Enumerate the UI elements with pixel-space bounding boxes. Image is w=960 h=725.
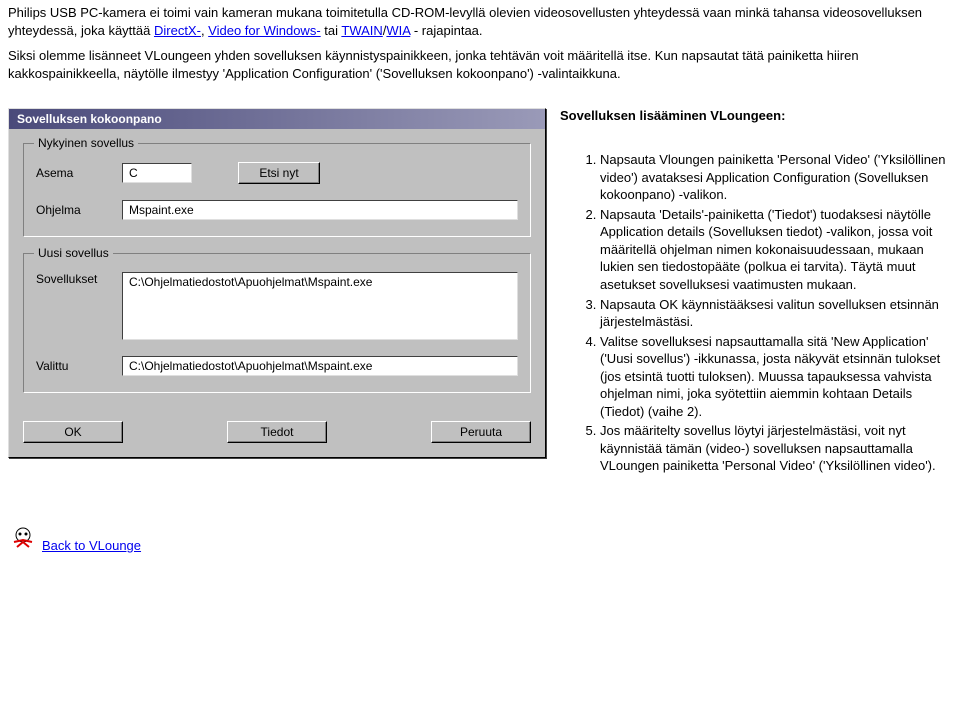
dialog-title: Sovelluksen kokoonpano [17,112,162,126]
intro-paragraph-2: Siksi olemme lisänneet VLoungeen yhden s… [8,47,952,82]
new-app-group: Uusi sovellus Sovellukset C:\Ohjelmatied… [23,253,531,393]
program-input[interactable] [122,200,518,220]
selected-input[interactable] [122,356,518,376]
find-now-button[interactable]: Etsi nyt [238,162,320,184]
applications-label: Sovellukset [36,272,122,286]
twain-link[interactable]: TWAIN [341,23,382,38]
applications-listbox[interactable]: C:\Ohjelmatiedostot\Apuohjelmat\Mspaint.… [122,272,518,340]
list-item: Napsauta 'Details'-painiketta ('Tiedot')… [600,206,946,294]
back-cartoon-icon [8,523,38,553]
drive-label: Asema [36,166,122,180]
back-to-vlounge-link[interactable]: Back to VLounge [42,538,141,553]
directx-link[interactable]: DirectX- [154,23,201,38]
vfw-link[interactable]: Video for Windows- [208,23,320,38]
instructions-heading: Sovelluksen lisääminen VLoungeen: [560,108,946,123]
wia-link[interactable]: WIA [386,23,410,38]
list-item: Napsauta Vloungen painiketta 'Personal V… [600,151,946,204]
instructions-list: Napsauta Vloungen painiketta 'Personal V… [560,151,946,475]
intro-paragraph-1: Philips USB PC-kamera ei toimi vain kame… [8,4,952,39]
cancel-button[interactable]: Peruuta [431,421,531,443]
current-app-group: Nykyinen sovellus Asema Etsi nyt Ohjelma [23,143,531,237]
selected-label: Valittu [36,359,122,373]
new-app-legend: Uusi sovellus [34,246,113,260]
current-app-legend: Nykyinen sovellus [34,136,138,150]
ok-button[interactable]: OK [23,421,123,443]
list-item: Valitse sovelluksesi napsauttamalla sitä… [600,333,946,421]
app-config-dialog: Sovelluksen kokoonpano Nykyinen sovellus… [8,108,546,458]
list-item[interactable]: C:\Ohjelmatiedostot\Apuohjelmat\Mspaint.… [129,275,511,289]
list-item: Napsauta OK käynnistääksesi valitun sove… [600,296,946,331]
details-button[interactable]: Tiedot [227,421,327,443]
intro-text-post: - rajapintaa. [410,23,482,38]
drive-input[interactable] [122,163,192,183]
program-label: Ohjelma [36,203,122,217]
list-item: Jos määritelty sovellus löytyi järjestel… [600,422,946,475]
dialog-titlebar: Sovelluksen kokoonpano [9,109,545,129]
intro-sep-2: tai [321,23,342,38]
